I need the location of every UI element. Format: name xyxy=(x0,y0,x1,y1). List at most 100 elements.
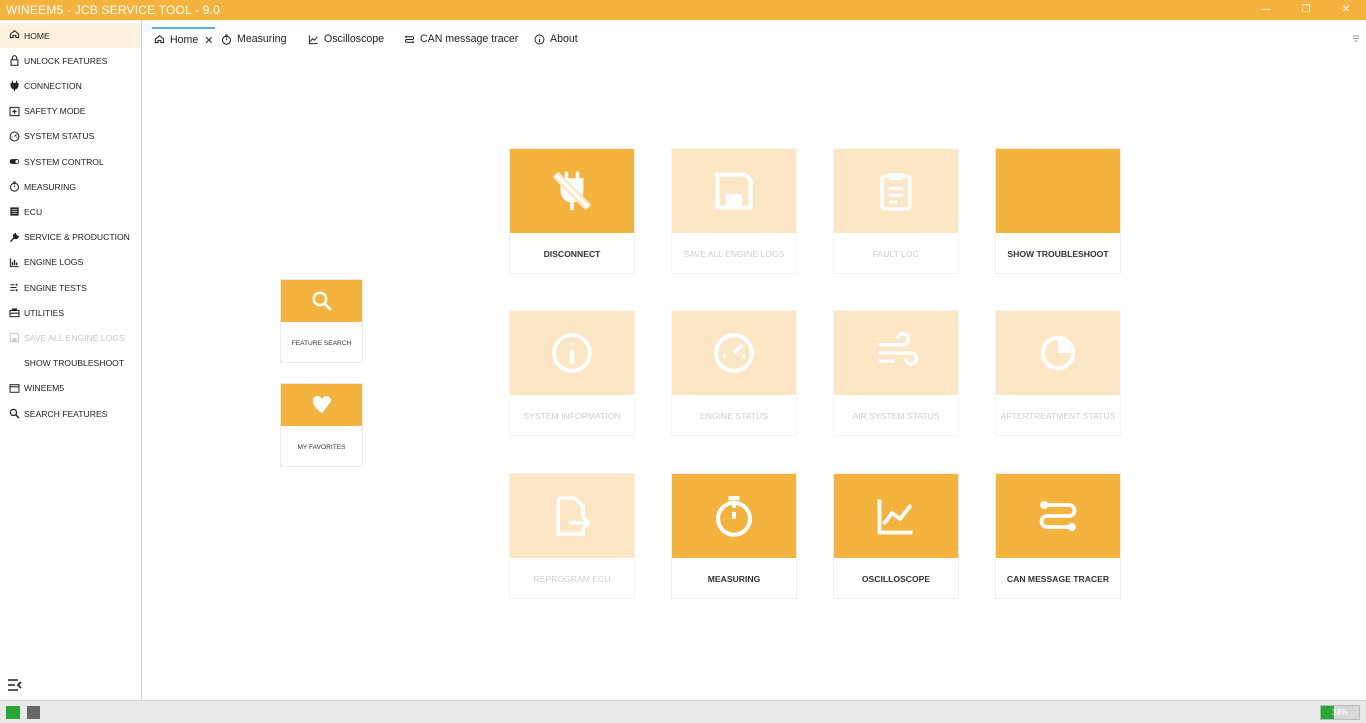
tile-label: MEASURING xyxy=(707,574,761,584)
home-dashboard: FEATURE SEARCH MY FAVORITES DISCONNECT SAV… xyxy=(143,56,1366,700)
save-icon xyxy=(9,333,19,343)
gauge-icon xyxy=(714,333,754,373)
sidebar-item-label: SAFETY MODE xyxy=(24,106,86,117)
status-bar: 34% xyxy=(0,700,1366,723)
tile-icon-area xyxy=(672,149,796,233)
tile-label: DISCONNECT xyxy=(543,249,601,259)
sidebar-item-label: WINEEM5 xyxy=(24,383,65,394)
sidebar-item-label: SEARCH FEATURES xyxy=(24,408,108,419)
line-chart-icon xyxy=(877,499,913,535)
book-icon xyxy=(9,358,20,369)
sidebar-item-utilities[interactable]: UTILITIES xyxy=(0,300,141,325)
tab-label: Oscilloscope xyxy=(324,33,385,45)
tile-label: CAN MESSAGE TRACER xyxy=(1006,574,1110,584)
wrench-icon xyxy=(9,232,19,242)
sidebar-icon xyxy=(8,156,20,168)
close-window-button[interactable]: ✕ xyxy=(1326,0,1366,20)
tile-engine-status: ENGINE STATUS xyxy=(671,310,797,436)
tile-can-message-tracer[interactable]: CAN MESSAGE TRACER xyxy=(995,473,1121,599)
home-icon xyxy=(9,30,19,39)
tile-air-system-status: AIR SYSTEM STATUS xyxy=(833,310,959,436)
menu-collapse-icon[interactable] xyxy=(7,678,23,692)
window-title: WINEEM5 - JCB SERVICE TOOL - 9.0 xyxy=(6,3,221,17)
sidebar-icon xyxy=(8,357,20,369)
sidebar-item-label: SERVICE & PRODUCTION xyxy=(24,232,130,243)
tile-label: REPROGRAM ECU xyxy=(533,574,611,584)
device-status-icon[interactable] xyxy=(27,706,40,719)
toggle-icon xyxy=(9,159,19,164)
sidebar-item-measuring[interactable]: MEASURING xyxy=(0,174,141,199)
sidebar-item-search-features[interactable]: SEARCH FEATURES xyxy=(0,401,141,426)
tile-save-all-engine-logs: SAVE ALL ENGINE LOGS xyxy=(671,148,797,274)
sidebar-item-home[interactable]: HOME xyxy=(0,23,141,48)
toolbox-icon xyxy=(9,308,19,318)
tile-feature-search[interactable]: FEATURE SEARCH xyxy=(280,279,363,363)
sidebar-item-label: ECU xyxy=(24,206,43,217)
chip-icon xyxy=(9,207,19,217)
plus-box-icon xyxy=(9,106,19,116)
sidebar-item-label: MEASURING xyxy=(24,181,77,192)
sidebar-icon xyxy=(8,105,20,117)
tab-about[interactable]: About xyxy=(534,27,578,51)
tab-measuring[interactable]: Measuring xyxy=(221,27,286,51)
sidebar-item-unlock-features[interactable]: UNLOCK FEATURES xyxy=(0,48,141,73)
stopwatch-icon xyxy=(715,496,753,537)
book-icon xyxy=(1036,169,1080,213)
tab-can-message-tracer[interactable]: CAN message tracer xyxy=(404,27,518,51)
bar-chart-icon xyxy=(9,258,19,267)
sidebar: HOME UNLOCK FEATURES CONNECTION SAFETY MODE… xyxy=(0,20,142,700)
sidebar-icon xyxy=(8,256,20,268)
sidebar-icon xyxy=(8,282,20,294)
sidebar-item-label: SYSTEM STATUS xyxy=(24,131,95,142)
sidebar-icon xyxy=(8,382,20,394)
tests-icon xyxy=(9,283,18,292)
maximize-button[interactable]: ❐ xyxy=(1286,0,1326,20)
sidebar-item-label: HOME xyxy=(24,30,50,41)
sidebar-item-ecu[interactable]: ECU xyxy=(0,199,141,224)
wind-icon xyxy=(878,331,918,366)
tile-icon-area xyxy=(281,384,362,426)
lock-icon xyxy=(10,55,18,67)
sidebar-item-label: ENGINE TESTS xyxy=(24,282,87,293)
sidebar-item-wineem5[interactable]: WINEEM5 xyxy=(0,376,141,401)
sidebar-item-system-status[interactable]: SYSTEM STATUS xyxy=(0,124,141,149)
tile-icon-area xyxy=(834,149,958,233)
tile-measuring[interactable]: MEASURING xyxy=(671,473,797,599)
search-icon xyxy=(312,291,332,311)
title-bar: WINEEM5 - JCB SERVICE TOOL - 9.0 — ❐ ✕ xyxy=(0,0,1366,20)
sidebar-item-label: CONNECTION xyxy=(24,80,82,91)
tile-label: FEATURE SEARCH xyxy=(291,339,352,347)
sidebar-icon xyxy=(8,55,20,67)
tracer-icon xyxy=(404,35,415,43)
connection-status-icon[interactable] xyxy=(6,706,20,719)
tile-oscilloscope[interactable]: OSCILLOSCOPE xyxy=(833,473,959,599)
sidebar-icon xyxy=(8,332,20,344)
tile-my-favorites[interactable]: MY FAVORITES xyxy=(280,383,363,467)
tab-overflow-icon[interactable] xyxy=(1352,34,1360,42)
sidebar-item-engine-tests[interactable]: ENGINE TESTS xyxy=(0,275,141,300)
sidebar-item-engine-logs[interactable]: ENGINE LOGS xyxy=(0,250,141,275)
tile-label: SYSTEM INFORMATION xyxy=(523,411,621,421)
minimize-button[interactable]: — xyxy=(1246,0,1286,20)
tab-oscilloscope[interactable]: Oscilloscope xyxy=(308,27,384,51)
close-tab-icon[interactable]: ✕ xyxy=(204,34,213,47)
tile-label: SHOW TROUBLESHOOT xyxy=(1007,249,1109,259)
sidebar-item-label: SYSTEM CONTROL xyxy=(24,156,104,167)
file-arrow-icon xyxy=(556,496,592,536)
tile-disconnect[interactable]: DISCONNECT xyxy=(509,148,635,274)
plug-icon xyxy=(10,81,18,92)
sidebar-item-safety-mode[interactable]: SAFETY MODE xyxy=(0,99,141,124)
sidebar-item-service-production[interactable]: SERVICE & PRODUCTION xyxy=(0,225,141,250)
sidebar-item-show-troubleshoot[interactable]: SHOW TROUBLESHOOT xyxy=(0,351,141,376)
tile-label: ENGINE STATUS xyxy=(700,411,768,421)
tile-aftertreatment-status: AFTERTREATMENT STATUS xyxy=(995,310,1121,436)
sidebar-item-connection[interactable]: CONNECTION xyxy=(0,73,141,98)
sidebar-item-system-control[interactable]: SYSTEM CONTROL xyxy=(0,149,141,174)
window-icon xyxy=(9,384,19,393)
tracer-icon xyxy=(1039,500,1077,532)
tile-label: MY FAVORITES xyxy=(297,443,346,451)
sidebar-item-save-all-engine-logs[interactable]: SAVE ALL ENGINE LOGS xyxy=(0,325,141,350)
tile-label: FAULT LOG xyxy=(872,249,920,259)
tab-home[interactable]: Home ✕ xyxy=(152,27,216,51)
tile-show-troubleshoot[interactable]: SHOW TROUBLESHOOT xyxy=(995,148,1121,274)
